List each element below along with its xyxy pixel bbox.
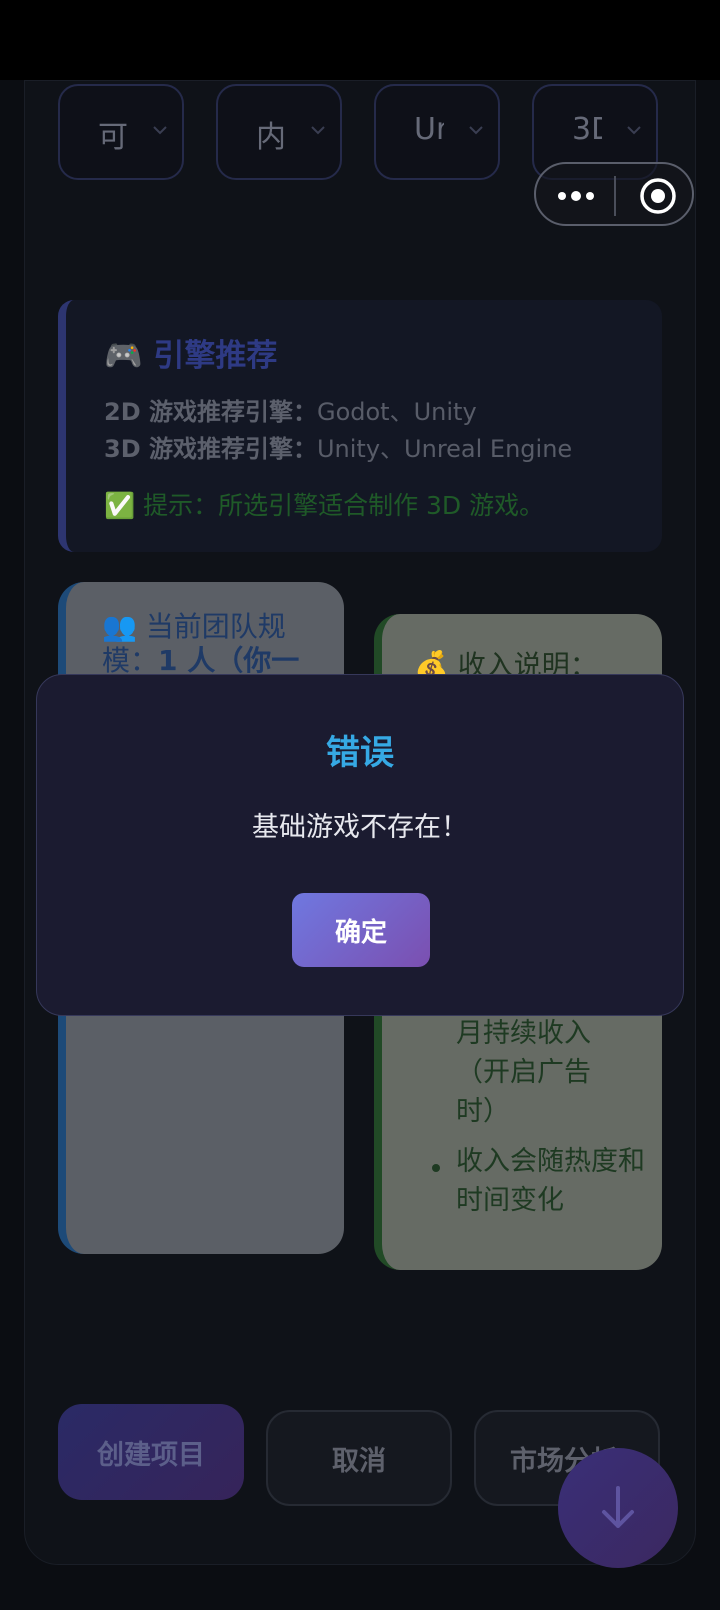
income-bullet-text: 收入会随热度和时间变化: [456, 1146, 645, 1216]
dropdown-value: 内: [256, 120, 286, 152]
engine-2d-line: 2D 游戏推荐引擎：Godot、Unity: [104, 392, 477, 427]
type-dropdown[interactable]: 可: [58, 84, 184, 180]
income-line: 时）: [456, 1096, 510, 1127]
income-line: 月持续收入: [456, 1018, 591, 1049]
error-dialog: 错误 基础游戏不存在！ 确定: [36, 674, 684, 1016]
dropdown-value: Ur: [414, 112, 444, 147]
dropdown-value: 3D: [572, 112, 602, 147]
income-lines: 月持续收入 （开启广告 时）: [456, 1014, 656, 1131]
capsule-divider: [614, 176, 616, 216]
create-project-label: 创建项目: [97, 1439, 205, 1471]
cancel-label: 取消: [332, 1445, 386, 1477]
confirm-button[interactable]: 确定: [292, 893, 430, 967]
team-size-value: 1 人（你一: [158, 644, 300, 677]
cancel-button[interactable]: 取消: [266, 1410, 452, 1506]
engine-2d-value: Godot、Unity: [316, 398, 477, 426]
chevron-down-icon: [153, 126, 167, 135]
confirm-label: 确定: [334, 917, 387, 948]
engine-dropdown[interactable]: Ur: [374, 84, 500, 180]
miniprogram-capsule: [534, 162, 694, 226]
bullet-dot: [432, 1164, 440, 1172]
chevron-down-icon: [627, 126, 641, 135]
engine-tip: ✅ 提示：所选引擎适合制作 3D 游戏。: [104, 491, 545, 520]
dialog-title: 错误: [326, 733, 394, 773]
status-bar: [0, 0, 720, 80]
engine-recommend-panel: 🎮 引擎推荐 2D 游戏推荐引擎：Godot、Unity 3D 游戏推荐引擎：U…: [58, 300, 662, 552]
team-size-text: 👥 当前团队规模：1 人（你一: [102, 610, 322, 678]
dialog-message: 基础游戏不存在！: [252, 812, 468, 843]
engine-3d-label: 3D 游戏推荐引擎：: [104, 435, 317, 463]
engine-3d-line: 3D 游戏推荐引擎：Unity、Unreal Engine: [104, 429, 572, 464]
genre-dropdown[interactable]: 内: [216, 84, 342, 180]
engine-2d-label: 2D 游戏推荐引擎：: [104, 398, 317, 426]
engine-recommend-title: 🎮 引擎推荐: [104, 338, 278, 374]
create-project-button[interactable]: 创建项目: [58, 1404, 244, 1500]
more-dots-icon[interactable]: [556, 182, 596, 210]
engine-3d-value: Unity、Unreal Engine: [316, 435, 573, 463]
dropdown-value: 可: [98, 120, 128, 152]
target-circle-icon[interactable]: [638, 176, 678, 216]
chevron-down-icon: [311, 126, 325, 135]
arrow-down-icon: [602, 1486, 634, 1528]
chevron-down-icon: [469, 126, 483, 135]
income-line: （开启广告: [456, 1057, 591, 1088]
scroll-down-button[interactable]: [558, 1448, 678, 1568]
